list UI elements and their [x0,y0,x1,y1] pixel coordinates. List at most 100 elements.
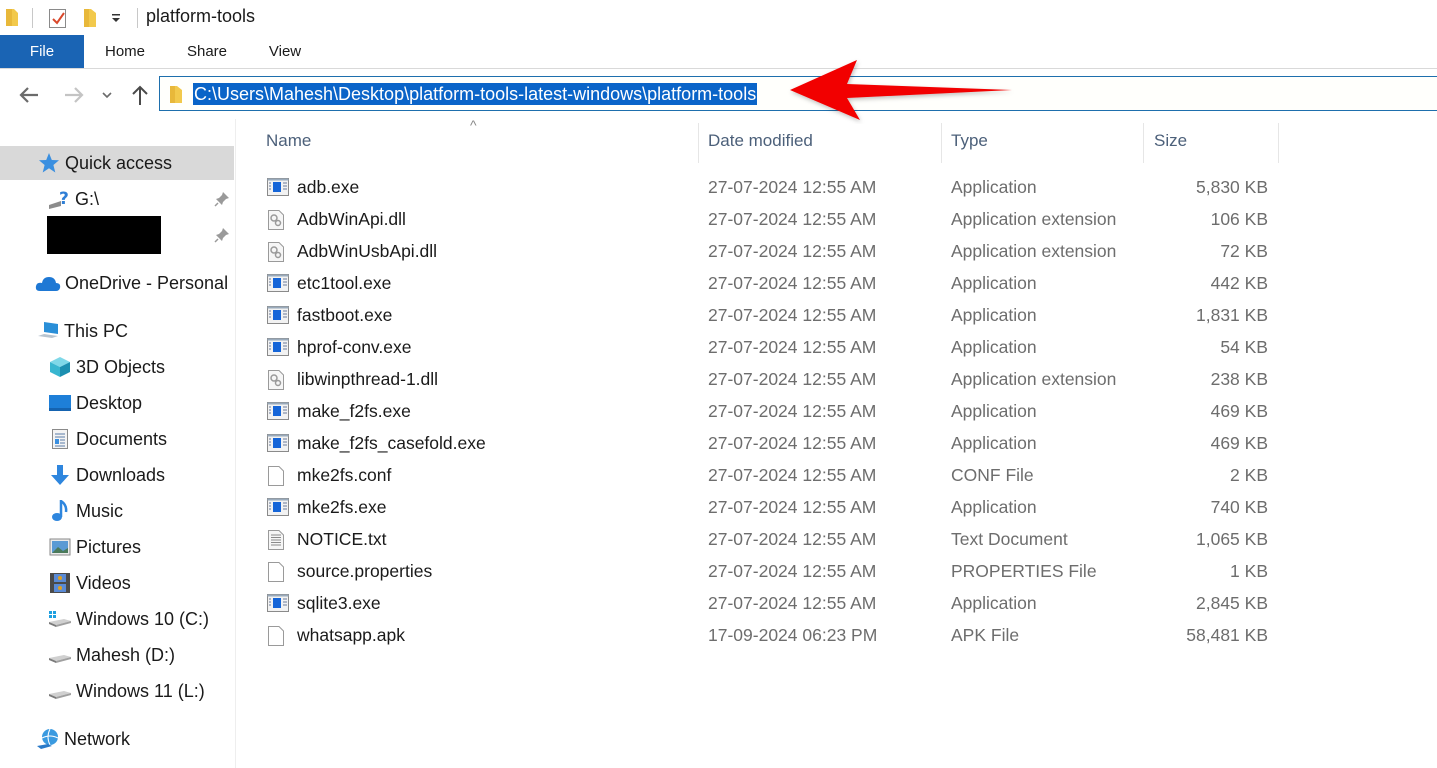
sidebar-item-3d-objects[interactable]: 3D Objects [0,350,234,384]
drive-icon [48,643,72,667]
file-row[interactable]: mke2fs.exe 27-07-2024 12:55 AM Application… [237,491,1287,523]
application-file-icon [267,305,289,325]
file-size: 2 KB [1230,465,1268,485]
sidebar-item-redacted[interactable] [0,216,234,254]
picture-icon [48,535,72,559]
column-header-type[interactable]: Type [951,119,1141,163]
column-divider[interactable] [1278,123,1279,163]
sidebar-item-onedrive[interactable]: OneDrive - Personal [0,266,234,300]
file-date-modified: 27-07-2024 12:55 AM [708,401,877,421]
file-size: 469 KB [1210,433,1268,453]
file-row[interactable]: AdbWinApi.dll 27-07-2024 12:55 AM Applicat… [237,203,1287,235]
sidebar-item-label: Downloads [76,464,166,485]
file-date-modified: 27-07-2024 12:55 AM [708,241,877,261]
column-divider[interactable] [941,123,942,163]
file-row[interactable]: whatsapp.apk 17-09-2024 06:23 PM APK File 5… [237,619,1287,651]
file-row[interactable]: sqlite3.exe 27-07-2024 12:55 AM Applicatio… [237,587,1287,619]
file-name: AdbWinApi.dll [297,209,406,229]
file-row[interactable]: make_f2fs.exe 27-07-2024 12:55 AM Applicat… [237,395,1287,427]
sidebar-item-network[interactable]: Network [0,722,234,756]
file-type: Application extension [951,209,1117,229]
text-file-icon [267,529,289,550]
column-divider[interactable] [698,123,699,163]
file-size: 106 KB [1210,209,1268,229]
sidebar-item-mahesh-d[interactable]: Mahesh (D:) [0,638,234,672]
sidebar-item-pictures[interactable]: Pictures [0,530,234,564]
up-button[interactable] [127,82,153,108]
new-folder-icon[interactable] [82,7,98,34]
computer-icon [36,319,60,343]
desktop-icon [48,391,72,415]
column-header-size[interactable]: Size [1154,119,1274,163]
windows-drive-icon [48,607,72,631]
sidebar-item-downloads[interactable]: Downloads [0,458,234,492]
file-row[interactable]: fastboot.exe 27-07-2024 12:55 AM Applicati… [237,299,1287,331]
sidebar-item-label: This PC [64,320,129,341]
sidebar-item-label: Quick access [65,152,173,173]
file-date-modified: 27-07-2024 12:55 AM [708,209,877,229]
file-date-modified: 27-07-2024 12:55 AM [708,177,877,197]
generic-file-icon [267,561,289,582]
sidebar-item-label: Music [76,500,124,521]
arrow-shape [790,60,1012,120]
customize-toolbar-dropdown-icon[interactable] [110,11,122,29]
sidebar-item-windows-10-c[interactable]: Windows 10 (C:) [0,602,234,636]
file-type: Application [951,401,1037,421]
sidebar-item-music[interactable]: Music [0,494,234,528]
back-button[interactable] [16,82,42,108]
file-type: PROPERTIES File [951,561,1097,581]
sidebar-item-quick-access[interactable]: Quick access [0,146,234,180]
file-type: CONF File [951,465,1034,485]
sidebar-item-label: Pictures [76,536,142,557]
file-size: 54 KB [1220,337,1268,357]
file-list: ^ Name Date modified Type Size adb.exe 27… [237,117,1437,768]
forward-button[interactable] [61,82,87,108]
sidebar-item-videos[interactable]: Videos [0,566,234,600]
file-row[interactable]: libwinpthread-1.dll 27-07-2024 12:55 AM Ap… [237,363,1287,395]
tab-view[interactable]: View [260,35,310,68]
title-bar: platform-tools [0,0,1437,36]
pin-icon[interactable] [214,191,230,212]
recent-locations-button[interactable] [96,82,118,108]
properties-checkmark-icon[interactable] [48,7,68,34]
tab-file[interactable]: File [0,35,84,68]
file-name: etc1tool.exe [297,273,392,293]
toolbar-separator [137,8,138,28]
column-divider[interactable] [1143,123,1144,163]
file-row[interactable]: NOTICE.txt 27-07-2024 12:55 AM Text Docume… [237,523,1287,555]
file-name: fastboot.exe [297,305,393,325]
sidebar-item-label: Videos [76,572,131,593]
sidebar-item-documents[interactable]: Documents [0,422,234,456]
sidebar-item-desktop[interactable]: Desktop [0,386,234,420]
sidebar-item-this-pc[interactable]: This PC [0,314,234,348]
file-row[interactable]: AdbWinUsbApi.dll 27-07-2024 12:55 AM Appli… [237,235,1287,267]
file-name: make_f2fs_casefold.exe [297,433,486,453]
address-path-text[interactable]: C:\Users\Mahesh\Desktop\platform-tools-l… [193,83,758,105]
file-type: Application [951,433,1037,453]
sidebar-item-label: G:\ [75,188,100,209]
file-row[interactable]: mke2fs.conf 27-07-2024 12:55 AM CONF File 2… [237,459,1287,491]
arrow-up-icon [132,85,148,105]
column-header-date-modified[interactable]: Date modified [708,119,938,163]
column-header-name[interactable]: Name [266,119,696,163]
file-row[interactable]: adb.exe 27-07-2024 12:55 AM Application 5,8… [237,171,1287,203]
dll-file-icon [267,241,289,262]
tab-home[interactable]: Home [96,35,154,68]
file-row[interactable]: etc1tool.exe 27-07-2024 12:55 AM Applicati… [237,267,1287,299]
file-row[interactable]: source.properties 27-07-2024 12:55 AM PROP… [237,555,1287,587]
sidebar-item-label: Network [64,728,131,749]
pin-icon[interactable] [214,227,230,248]
file-row[interactable]: make_f2fs_casefold.exe 27-07-2024 12:55 A… [237,427,1287,459]
file-size: 469 KB [1210,401,1268,421]
tab-share[interactable]: Share [180,35,234,68]
window-title: platform-tools [146,6,256,26]
file-type: Application extension [951,241,1117,261]
file-name: AdbWinUsbApi.dll [297,241,438,261]
drive-icon [48,679,72,703]
file-name: adb.exe [297,177,360,197]
sidebar-item-windows-11-l[interactable]: Windows 11 (L:) [0,674,234,708]
file-date-modified: 27-07-2024 12:55 AM [708,369,877,389]
sidebar-item-g-drive[interactable]: ? G:\ [0,182,234,216]
file-size: 58,481 KB [1186,625,1268,645]
file-row[interactable]: hprof-conv.exe 27-07-2024 12:55 AM Applica… [237,331,1287,363]
